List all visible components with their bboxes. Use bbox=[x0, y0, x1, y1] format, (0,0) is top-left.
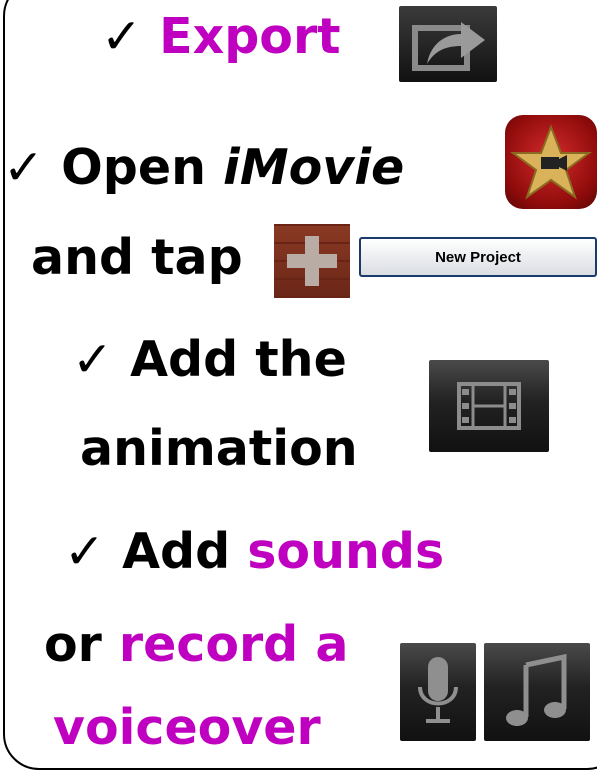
music-note-icon[interactable] bbox=[484, 643, 590, 741]
add-the-label: Add the bbox=[130, 331, 347, 388]
step-record: or record a bbox=[44, 620, 348, 669]
new-project-button[interactable]: New Project bbox=[359, 237, 597, 277]
add-plus-icon[interactable] bbox=[274, 224, 350, 298]
add-label: Add bbox=[122, 523, 231, 580]
and-tap-label: and tap bbox=[31, 229, 243, 286]
sounds-label: sounds bbox=[247, 523, 445, 580]
imovie-icon[interactable] bbox=[505, 115, 597, 209]
checkmark-icon: ✓ bbox=[64, 523, 106, 580]
animation-label: animation bbox=[80, 420, 358, 477]
or-label: or bbox=[44, 616, 102, 673]
record-a-label: record a bbox=[118, 616, 349, 673]
export-icon[interactable] bbox=[399, 6, 497, 82]
imovie-label: iMovie bbox=[223, 139, 405, 196]
export-label: Export bbox=[159, 8, 341, 65]
voiceover-label: voiceover bbox=[53, 699, 321, 756]
microphone-icon[interactable] bbox=[400, 643, 476, 741]
step-add-the: ✓ Add the bbox=[72, 335, 347, 384]
step-open-imovie: ✓ Open iMovie bbox=[3, 143, 404, 192]
open-label: Open bbox=[61, 139, 206, 196]
checkmark-icon: ✓ bbox=[3, 139, 45, 196]
checkmark-icon: ✓ bbox=[72, 331, 114, 388]
film-icon[interactable] bbox=[429, 360, 549, 452]
step-animation: animation bbox=[80, 424, 358, 473]
step-and-tap: and tap bbox=[31, 233, 243, 282]
step-add-sounds: ✓ Add sounds bbox=[64, 527, 444, 576]
checkmark-icon: ✓ bbox=[101, 8, 143, 65]
step-export: ✓ Export bbox=[101, 12, 341, 61]
